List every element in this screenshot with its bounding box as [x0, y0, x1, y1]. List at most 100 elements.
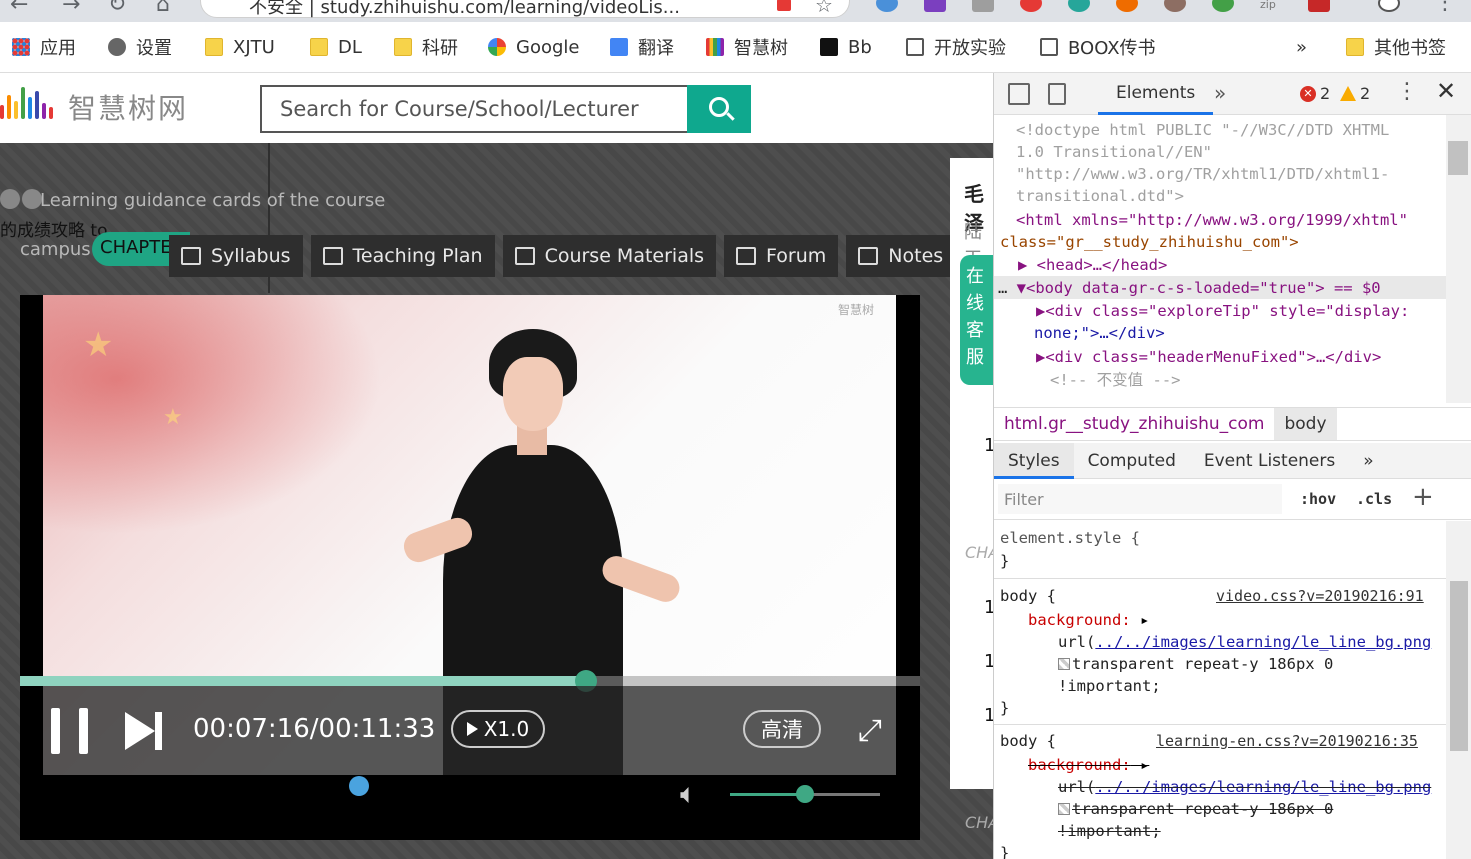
tab-course-materials[interactable]: Course Materials [502, 235, 717, 277]
tab-teaching-plan[interactable]: Teaching Plan [310, 235, 495, 277]
styles-pane[interactable]: element.style { } body { video.css?v=201… [994, 521, 1446, 859]
css-value[interactable]: url(../../images/learning/le_line_bg.png [1058, 631, 1431, 654]
crumb-body[interactable]: body [1274, 408, 1337, 440]
logo-mark-icon[interactable] [0, 85, 53, 119]
extension-icon[interactable] [876, 0, 898, 12]
expand-arrow-icon[interactable]: ▶ [1036, 302, 1045, 320]
css-url-link[interactable]: ../../images/learning/le_line_bg.png [1095, 633, 1431, 651]
bookmarks-overflow-button[interactable]: » [1296, 34, 1307, 60]
css-value[interactable]: transparent repeat-y 186px 0 [1058, 798, 1333, 821]
inspect-element-icon[interactable] [1008, 83, 1030, 105]
css-value[interactable]: transparent repeat-y 186px 0 [1058, 653, 1333, 676]
tab-styles[interactable]: Styles [994, 443, 1074, 479]
rule-source-link[interactable]: learning-en.css?v=20190216:35 [1156, 730, 1418, 753]
reload-icon[interactable]: ↻ [108, 0, 126, 17]
site-logo-text[interactable]: 智慧树网 [68, 87, 188, 127]
extension-icon[interactable] [924, 0, 946, 12]
rule-source-link[interactable]: video.css?v=20190216:91 [1216, 585, 1424, 608]
playback-speed-button[interactable]: X1.0 [451, 710, 545, 748]
bookmark-bb[interactable]: Bb [820, 34, 872, 60]
css-url-link[interactable]: ../../images/learning/le_line_bg.png [1095, 778, 1431, 796]
address-url[interactable]: 不安全 | study.zhihuishu.com/learning/video… [249, 0, 680, 19]
pause-button[interactable] [51, 708, 91, 754]
devtools-menu-icon[interactable]: ⋮ [1396, 79, 1418, 104]
expand-arrow-icon[interactable]: ▸ [1131, 756, 1149, 774]
extension-icon[interactable] [1164, 0, 1186, 12]
collapse-arrow-icon[interactable]: ▼ [1017, 279, 1026, 297]
rule-selector[interactable]: body { [1000, 585, 1056, 608]
extension-icon[interactable] [1308, 0, 1330, 12]
video-player[interactable]: ★ ★ 智慧树 00:07:16/00:11:33 X1.0 高清 ⤢ 🔈︎ [20, 295, 920, 840]
device-toolbar-icon[interactable] [1048, 83, 1066, 105]
volume-slider[interactable] [730, 785, 880, 803]
bookmark-dl[interactable]: DL [310, 34, 362, 60]
extension-icon[interactable] [1116, 0, 1138, 12]
customer-service-button[interactable]: 在线客服 [960, 255, 993, 385]
close-icon[interactable]: ✕ [1436, 77, 1456, 105]
rule-selector[interactable]: body { [1000, 730, 1056, 753]
dom-line[interactable]: <!doctype html PUBLIC "-//W3C//DTD XHTML [1016, 119, 1389, 142]
ellipsis-icon[interactable]: … [998, 279, 1017, 297]
menu-icon[interactable] [0, 189, 20, 209]
marker-dot[interactable] [349, 776, 369, 796]
dom-line[interactable]: transitional.dtd"> [1016, 185, 1184, 208]
search-button[interactable] [687, 85, 751, 133]
blocked-popup-icon[interactable] [777, 0, 791, 11]
dom-line[interactable]: "http://www.w3.org/TR/xhtml1/DTD/xhtml1- [1016, 163, 1389, 186]
css-property[interactable]: background: ▸ [1028, 609, 1149, 632]
volume-icon[interactable]: 🔈︎ [680, 777, 724, 813]
bookmark-translate[interactable]: 翻译 [610, 34, 674, 60]
element-style-selector[interactable]: element.style { [1000, 527, 1140, 550]
tab-computed[interactable]: Computed [1074, 443, 1190, 479]
expand-arrow-icon[interactable]: ▸ [1131, 611, 1149, 629]
bookmark-boox[interactable]: BOOX传书 [1040, 34, 1156, 60]
class-toggle[interactable]: .cls [1356, 490, 1392, 508]
dom-line[interactable]: ▶<div class="headerMenuFixed">…</div> [1036, 346, 1381, 369]
dom-line[interactable]: none;">…</div> [1034, 322, 1165, 345]
bookmark-open-lab[interactable]: 开放实验 [906, 34, 1006, 60]
quality-button[interactable]: 高清 [743, 710, 821, 748]
more-tabs-icon[interactable]: » [1214, 81, 1226, 105]
scroll-thumb[interactable] [1450, 581, 1468, 751]
tab-forum[interactable]: Forum [724, 235, 839, 277]
plus-circle-icon[interactable] [22, 189, 42, 209]
expand-arrow-icon[interactable]: ▶ [1018, 256, 1037, 274]
zip-extension-icon[interactable]: zip [1260, 0, 1290, 16]
tab-event-listeners[interactable]: Event Listeners [1190, 443, 1349, 479]
scroll-thumb[interactable] [1448, 141, 1468, 175]
styles-scrollbar[interactable] [1446, 521, 1471, 859]
bookmark-research[interactable]: 科研 [394, 34, 458, 60]
color-swatch-icon[interactable] [1058, 803, 1070, 815]
address-bar[interactable]: 不安全 | study.zhihuishu.com/learning/video… [200, 0, 850, 18]
home-icon[interactable]: ⌂ [156, 0, 170, 17]
dom-line[interactable]: ▶<div class="exploreTip" style="display: [1036, 300, 1409, 323]
bookmark-star-icon[interactable]: ☆ [815, 0, 833, 17]
more-subtabs-icon[interactable]: » [1349, 443, 1387, 479]
dom-line[interactable]: <html xmlns="http://www.w3.org/1999/xhtm… [1016, 209, 1408, 232]
tab-syllabus[interactable]: Syllabus [169, 235, 303, 277]
dom-line[interactable]: 1.0 Transitional//EN" [1016, 141, 1212, 164]
search-input[interactable] [262, 87, 688, 131]
progress-bar[interactable] [20, 670, 920, 692]
dom-tree[interactable]: <!doctype html PUBLIC "-//W3C//DTD XHTML… [994, 115, 1454, 403]
fullscreen-icon[interactable]: ⤢ [851, 712, 889, 750]
css-property-overridden[interactable]: background: ▸ [1028, 754, 1149, 777]
extension-icon[interactable] [972, 0, 994, 12]
profile-avatar-icon[interactable] [1378, 0, 1400, 12]
bookmark-xjtu[interactable]: XJTU [205, 34, 275, 60]
error-counter[interactable]: ✕ 2 [1300, 84, 1330, 103]
bookmark-zhihuishu[interactable]: 智慧树 [706, 34, 788, 60]
new-rule-icon[interactable]: + [1412, 482, 1434, 512]
color-swatch-icon[interactable] [1058, 658, 1070, 670]
warning-counter[interactable]: 2 [1340, 84, 1370, 103]
bookmark-google[interactable]: Google [488, 34, 579, 60]
tab-notes[interactable]: Notes [846, 235, 956, 277]
dom-line-selected[interactable]: … ▼<body data-gr-c-s-loaded="true"> == $… [998, 277, 1381, 300]
chrome-menu-icon[interactable]: ⋮ [1434, 0, 1456, 15]
css-value[interactable]: url(../../images/learning/le_line_bg.png [1058, 776, 1431, 799]
back-arrow-icon[interactable]: ← [10, 0, 28, 17]
bookmark-settings[interactable]: 设置 [108, 34, 172, 60]
bookmark-other[interactable]: 其他书签 [1346, 34, 1446, 60]
adblock-icon[interactable] [1020, 0, 1042, 12]
dom-line[interactable]: class="gr__study_zhihuishu_com"> [1000, 231, 1299, 254]
